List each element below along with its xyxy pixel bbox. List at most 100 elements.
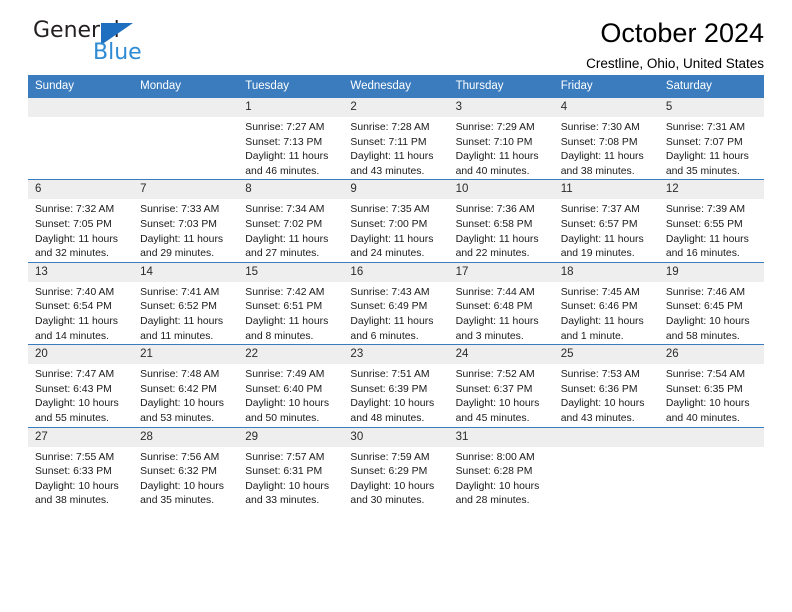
daylight-text-line1: Daylight: 11 hours: [560, 151, 644, 163]
daylight-text-line1: Daylight: 11 hours: [350, 233, 434, 245]
calendar-day-cell[interactable]: 27 Sunrise: 7:55 AM Sunset: 6:33 PM Dayligh…: [28, 426, 134, 509]
daylight-text-line2: and 30 minutes.: [350, 495, 425, 507]
sunrise-text: Sunrise: 7:52 AM: [455, 369, 535, 381]
daylight-text-line2: and 40 minutes.: [665, 412, 740, 424]
daylight-text-line1: Daylight: 10 hours: [140, 398, 224, 410]
calendar-day-cell[interactable]: 12 Sunrise: 7:39 AM Sunset: 6:55 PM Dayligh…: [658, 179, 764, 263]
day-details: Sunrise: 7:54 AM Sunset: 6:35 PM Daylight:…: [659, 364, 764, 426]
day-details: Sunrise: 7:45 AM Sunset: 6:46 PM Daylight:…: [554, 282, 659, 344]
day-details: Sunrise: 7:48 AM Sunset: 6:42 PM Daylight:…: [133, 364, 238, 426]
calendar-day-cell[interactable]: 28 Sunrise: 7:56 AM Sunset: 6:32 PM Dayligh…: [133, 426, 239, 509]
daylight-text-line2: and 29 minutes.: [140, 248, 215, 260]
daylight-text-line1: Daylight: 10 hours: [665, 398, 750, 410]
sunrise-text: Sunrise: 7:30 AM: [560, 122, 640, 133]
day-details: Sunrise: 7:40 AM Sunset: 6:54 PM Daylight:…: [28, 282, 133, 344]
day-number: 28: [133, 427, 239, 447]
calendar-day-cell[interactable]: 9 Sunrise: 7:35 AM Sunset: 7:00 PM Daylight…: [343, 179, 449, 263]
calendar-day-cell[interactable]: 11 Sunrise: 7:37 AM Sunset: 6:57 PM Dayligh…: [553, 179, 659, 263]
daylight-text-line1: Daylight: 11 hours: [245, 315, 329, 327]
calendar-day-cell[interactable]: 3 Sunrise: 7:29 AM Sunset: 7:10 PM Daylight…: [448, 96, 554, 180]
calendar-day-cell[interactable]: 1 Sunrise: 7:27 AM Sunset: 7:13 PM Daylight…: [238, 96, 344, 180]
daylight-text-line2: and 50 minutes.: [245, 412, 320, 424]
day-details: Sunrise: 7:52 AM Sunset: 6:37 PM Daylight:…: [449, 364, 554, 426]
day-details: Sunrise: 7:33 AM Sunset: 7:03 PM Daylight:…: [133, 199, 238, 261]
sunset-text: Sunset: 6:42 PM: [140, 383, 217, 395]
general-blue-logo[interactable]: General Blue: [33, 18, 213, 70]
weekday-header-thursday: Thursday: [448, 75, 554, 98]
weekday-header-monday: Monday: [133, 75, 239, 98]
day-details: Sunrise: 7:43 AM Sunset: 6:49 PM Daylight:…: [343, 282, 448, 344]
day-details: Sunrise: 7:51 AM Sunset: 6:39 PM Daylight:…: [343, 364, 448, 426]
calendar-week-row: 27 Sunrise: 7:55 AM Sunset: 6:33 PM Dayligh…: [28, 426, 764, 509]
daylight-text-line2: and 27 minutes.: [245, 248, 320, 260]
calendar-day-cell[interactable]: 21 Sunrise: 7:48 AM Sunset: 6:42 PM Dayligh…: [133, 344, 239, 427]
sunrise-text: Sunrise: 7:57 AM: [245, 451, 325, 463]
day-number: 11: [553, 180, 659, 200]
calendar-day-cell[interactable]: 5 Sunrise: 7:31 AM Sunset: 7:07 PM Daylight…: [658, 96, 764, 180]
calendar-day-cell[interactable]: 6 Sunrise: 7:32 AM Sunset: 7:05 PM Daylight…: [28, 179, 134, 263]
calendar-day-cell[interactable]: 7 Sunrise: 7:33 AM Sunset: 7:03 PM Daylight…: [133, 179, 239, 263]
sunset-text: Sunset: 7:08 PM: [560, 136, 638, 148]
daylight-text-line2: and 58 minutes.: [665, 330, 740, 342]
calendar-day-cell[interactable]: 30 Sunrise: 7:59 AM Sunset: 6:29 PM Dayligh…: [343, 426, 449, 509]
sunrise-text: Sunrise: 7:56 AM: [140, 451, 220, 463]
day-number: 2: [343, 98, 449, 117]
calendar-day-cell[interactable]: 22 Sunrise: 7:49 AM Sunset: 6:40 PM Dayligh…: [238, 344, 344, 427]
daylight-text-line2: and 33 minutes.: [245, 495, 320, 507]
day-number: 3: [448, 98, 554, 117]
sunrise-text: Sunrise: 7:40 AM: [35, 286, 115, 298]
calendar-day-cell-empty: [28, 96, 134, 180]
calendar-week-row: 1 Sunrise: 7:27 AM Sunset: 7:13 PM Daylight…: [28, 96, 764, 180]
daylight-text-line2: and 53 minutes.: [140, 412, 215, 424]
sunset-text: Sunset: 6:37 PM: [455, 383, 533, 395]
calendar-day-cell[interactable]: 26 Sunrise: 7:54 AM Sunset: 6:35 PM Dayligh…: [658, 344, 764, 427]
daylight-text-line2: and 43 minutes.: [350, 165, 425, 177]
daylight-text-line2: and 35 minutes.: [140, 495, 215, 507]
calendar-day-cell[interactable]: 4 Sunrise: 7:30 AM Sunset: 7:08 PM Daylight…: [553, 96, 659, 180]
sunrise-text: Sunrise: 7:33 AM: [140, 204, 220, 216]
calendar-table: Sunday Monday Tuesday Wednesday Thursday…: [28, 75, 764, 509]
sunrise-text: Sunrise: 7:55 AM: [35, 451, 115, 463]
calendar-day-cell[interactable]: 2 Sunrise: 7:28 AM Sunset: 7:11 PM Daylight…: [343, 96, 449, 180]
sunset-text: Sunset: 7:10 PM: [455, 136, 533, 148]
day-details: Sunrise: 7:30 AM Sunset: 7:08 PM Daylight:…: [554, 117, 659, 179]
daylight-text-line2: and 16 minutes.: [665, 248, 740, 260]
calendar-day-cell[interactable]: 18 Sunrise: 7:45 AM Sunset: 6:46 PM Dayligh…: [553, 261, 659, 345]
calendar-day-cell[interactable]: 29 Sunrise: 7:57 AM Sunset: 6:31 PM Dayligh…: [238, 426, 344, 509]
daylight-text-line1: Daylight: 11 hours: [455, 315, 539, 327]
sunrise-text: Sunrise: 7:43 AM: [350, 286, 430, 298]
daylight-text-line1: Daylight: 11 hours: [665, 151, 749, 163]
calendar-day-cell[interactable]: 14 Sunrise: 7:41 AM Sunset: 6:52 PM Dayligh…: [133, 261, 239, 345]
day-number: 26: [658, 345, 764, 365]
weekday-header-friday: Friday: [553, 75, 659, 98]
calendar-day-cell[interactable]: 31 Sunrise: 8:00 AM Sunset: 6:28 PM Dayligh…: [448, 426, 554, 509]
calendar-day-cell[interactable]: 15 Sunrise: 7:42 AM Sunset: 6:51 PM Dayligh…: [238, 261, 344, 345]
sunrise-text: Sunrise: 7:31 AM: [665, 122, 745, 133]
sunset-text: Sunset: 6:54 PM: [35, 301, 112, 313]
calendar-day-cell[interactable]: 16 Sunrise: 7:43 AM Sunset: 6:49 PM Dayligh…: [343, 261, 449, 345]
calendar-day-cell[interactable]: 8 Sunrise: 7:34 AM Sunset: 7:02 PM Daylight…: [238, 179, 344, 263]
calendar-day-cell[interactable]: 10 Sunrise: 7:36 AM Sunset: 6:58 PM Dayligh…: [448, 179, 554, 263]
daylight-text-line2: and 3 minutes.: [455, 330, 524, 342]
calendar-day-cell[interactable]: 19 Sunrise: 7:46 AM Sunset: 6:45 PM Dayligh…: [658, 261, 764, 345]
daylight-text-line1: Daylight: 11 hours: [140, 233, 224, 245]
calendar-day-cell[interactable]: 13 Sunrise: 7:40 AM Sunset: 6:54 PM Dayligh…: [28, 261, 134, 345]
sunrise-text: Sunrise: 7:47 AM: [35, 369, 115, 381]
calendar-day-cell-empty: [658, 426, 764, 509]
calendar-day-cell[interactable]: 23 Sunrise: 7:51 AM Sunset: 6:39 PM Dayligh…: [343, 344, 449, 427]
calendar-day-cell[interactable]: 17 Sunrise: 7:44 AM Sunset: 6:48 PM Dayligh…: [448, 261, 554, 345]
daylight-text-line1: Daylight: 11 hours: [140, 315, 224, 327]
calendar-day-cell[interactable]: 25 Sunrise: 7:53 AM Sunset: 6:36 PM Dayligh…: [553, 344, 659, 427]
calendar-body: 1 Sunrise: 7:27 AM Sunset: 7:13 PM Daylight…: [28, 96, 764, 509]
calendar-day-cell[interactable]: 20 Sunrise: 7:47 AM Sunset: 6:43 PM Dayligh…: [28, 344, 134, 427]
day-details: Sunrise: 7:32 AM Sunset: 7:05 PM Daylight:…: [28, 199, 133, 261]
weekday-header-wednesday: Wednesday: [343, 75, 449, 98]
calendar-day-cell[interactable]: 24 Sunrise: 7:52 AM Sunset: 6:37 PM Dayligh…: [448, 344, 554, 427]
sunset-text: Sunset: 6:39 PM: [350, 383, 428, 395]
day-details: Sunrise: 7:49 AM Sunset: 6:40 PM Daylight:…: [238, 364, 343, 426]
daylight-text-line1: Daylight: 11 hours: [455, 233, 539, 245]
sunset-text: Sunset: 7:13 PM: [245, 136, 323, 148]
day-number: [658, 427, 764, 447]
daylight-text-line1: Daylight: 11 hours: [560, 315, 644, 327]
daylight-text-line2: and 19 minutes.: [560, 248, 635, 260]
